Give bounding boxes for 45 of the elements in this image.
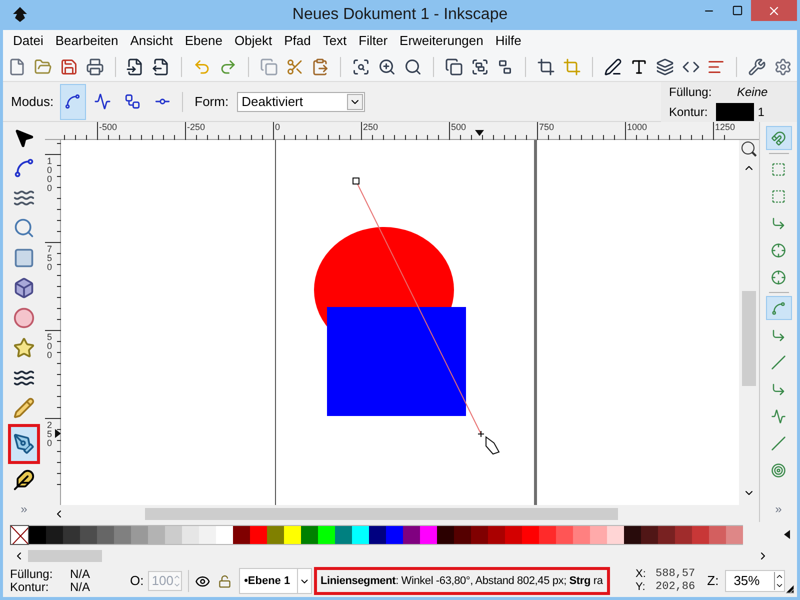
stroke-label: Kontur: [10,581,49,594]
x-label: X: [636,568,647,581]
zoom-label: Z: [707,572,719,590]
ruler-label: 500 [451,122,466,133]
shape-label: Form: [194,92,229,111]
fill-value: N/A [70,568,92,581]
stroke-width: 1 [758,104,764,120]
menu-item[interactable]: Ebene [178,31,228,51]
y-value: 202,86 [656,581,696,594]
ruler-label: 1000 [47,157,54,193]
ruler-label: 750 [47,245,54,272]
menu-item[interactable]: Erweiterungen [394,31,490,51]
status-message: Liniensegment: Winkel -63,80°, Abstand 802,45 px; Strg ra [314,567,610,595]
stroke-value: N/A [70,581,92,594]
y-label: Y: [636,581,646,594]
toolbox-overflow[interactable]: » [20,500,28,518]
ruler-label: 250 [47,421,54,448]
ruler-label: 0 [275,122,280,133]
fill-label: Füllung: [10,568,54,581]
ruler-label: 250 [363,122,378,133]
shape-dropdown[interactable]: Deaktiviert [236,92,365,112]
menu-item[interactable]: Objekt [228,31,278,51]
menu-item[interactable]: Text [316,31,353,51]
ruler-label: -500 [99,122,118,133]
window-title: Neues Dokument 1 - Inkscape [292,5,508,25]
fill-value: Keine [736,84,769,100]
menu-item[interactable]: Datei [7,31,50,51]
snap-overflow[interactable]: » [775,500,782,518]
layer-dropdown[interactable]: •Ebene 1 [239,568,312,594]
menu-item[interactable]: Filter [352,31,394,51]
menu-item[interactable]: Pfad [278,31,317,51]
zoom-spinbox[interactable]: 35% [724,570,785,592]
fill-label: Füllung: [669,84,712,100]
x-value: 588,57 [656,568,696,581]
menu-item[interactable]: Hilfe [489,31,528,51]
opacity-label: O: [130,572,144,590]
mode-label: Modus: [11,92,54,111]
ruler-label: 750 [539,122,554,133]
ruler-label: 1250 [715,122,736,133]
ruler-label: -250 [187,122,206,133]
menu-item[interactable]: Ansicht [124,31,179,51]
ruler-label: 500 [47,333,54,360]
stroke-label: Kontur: [669,104,709,120]
menu-item[interactable]: Bearbeiten [49,31,124,51]
ruler-label: 1000 [627,122,648,133]
